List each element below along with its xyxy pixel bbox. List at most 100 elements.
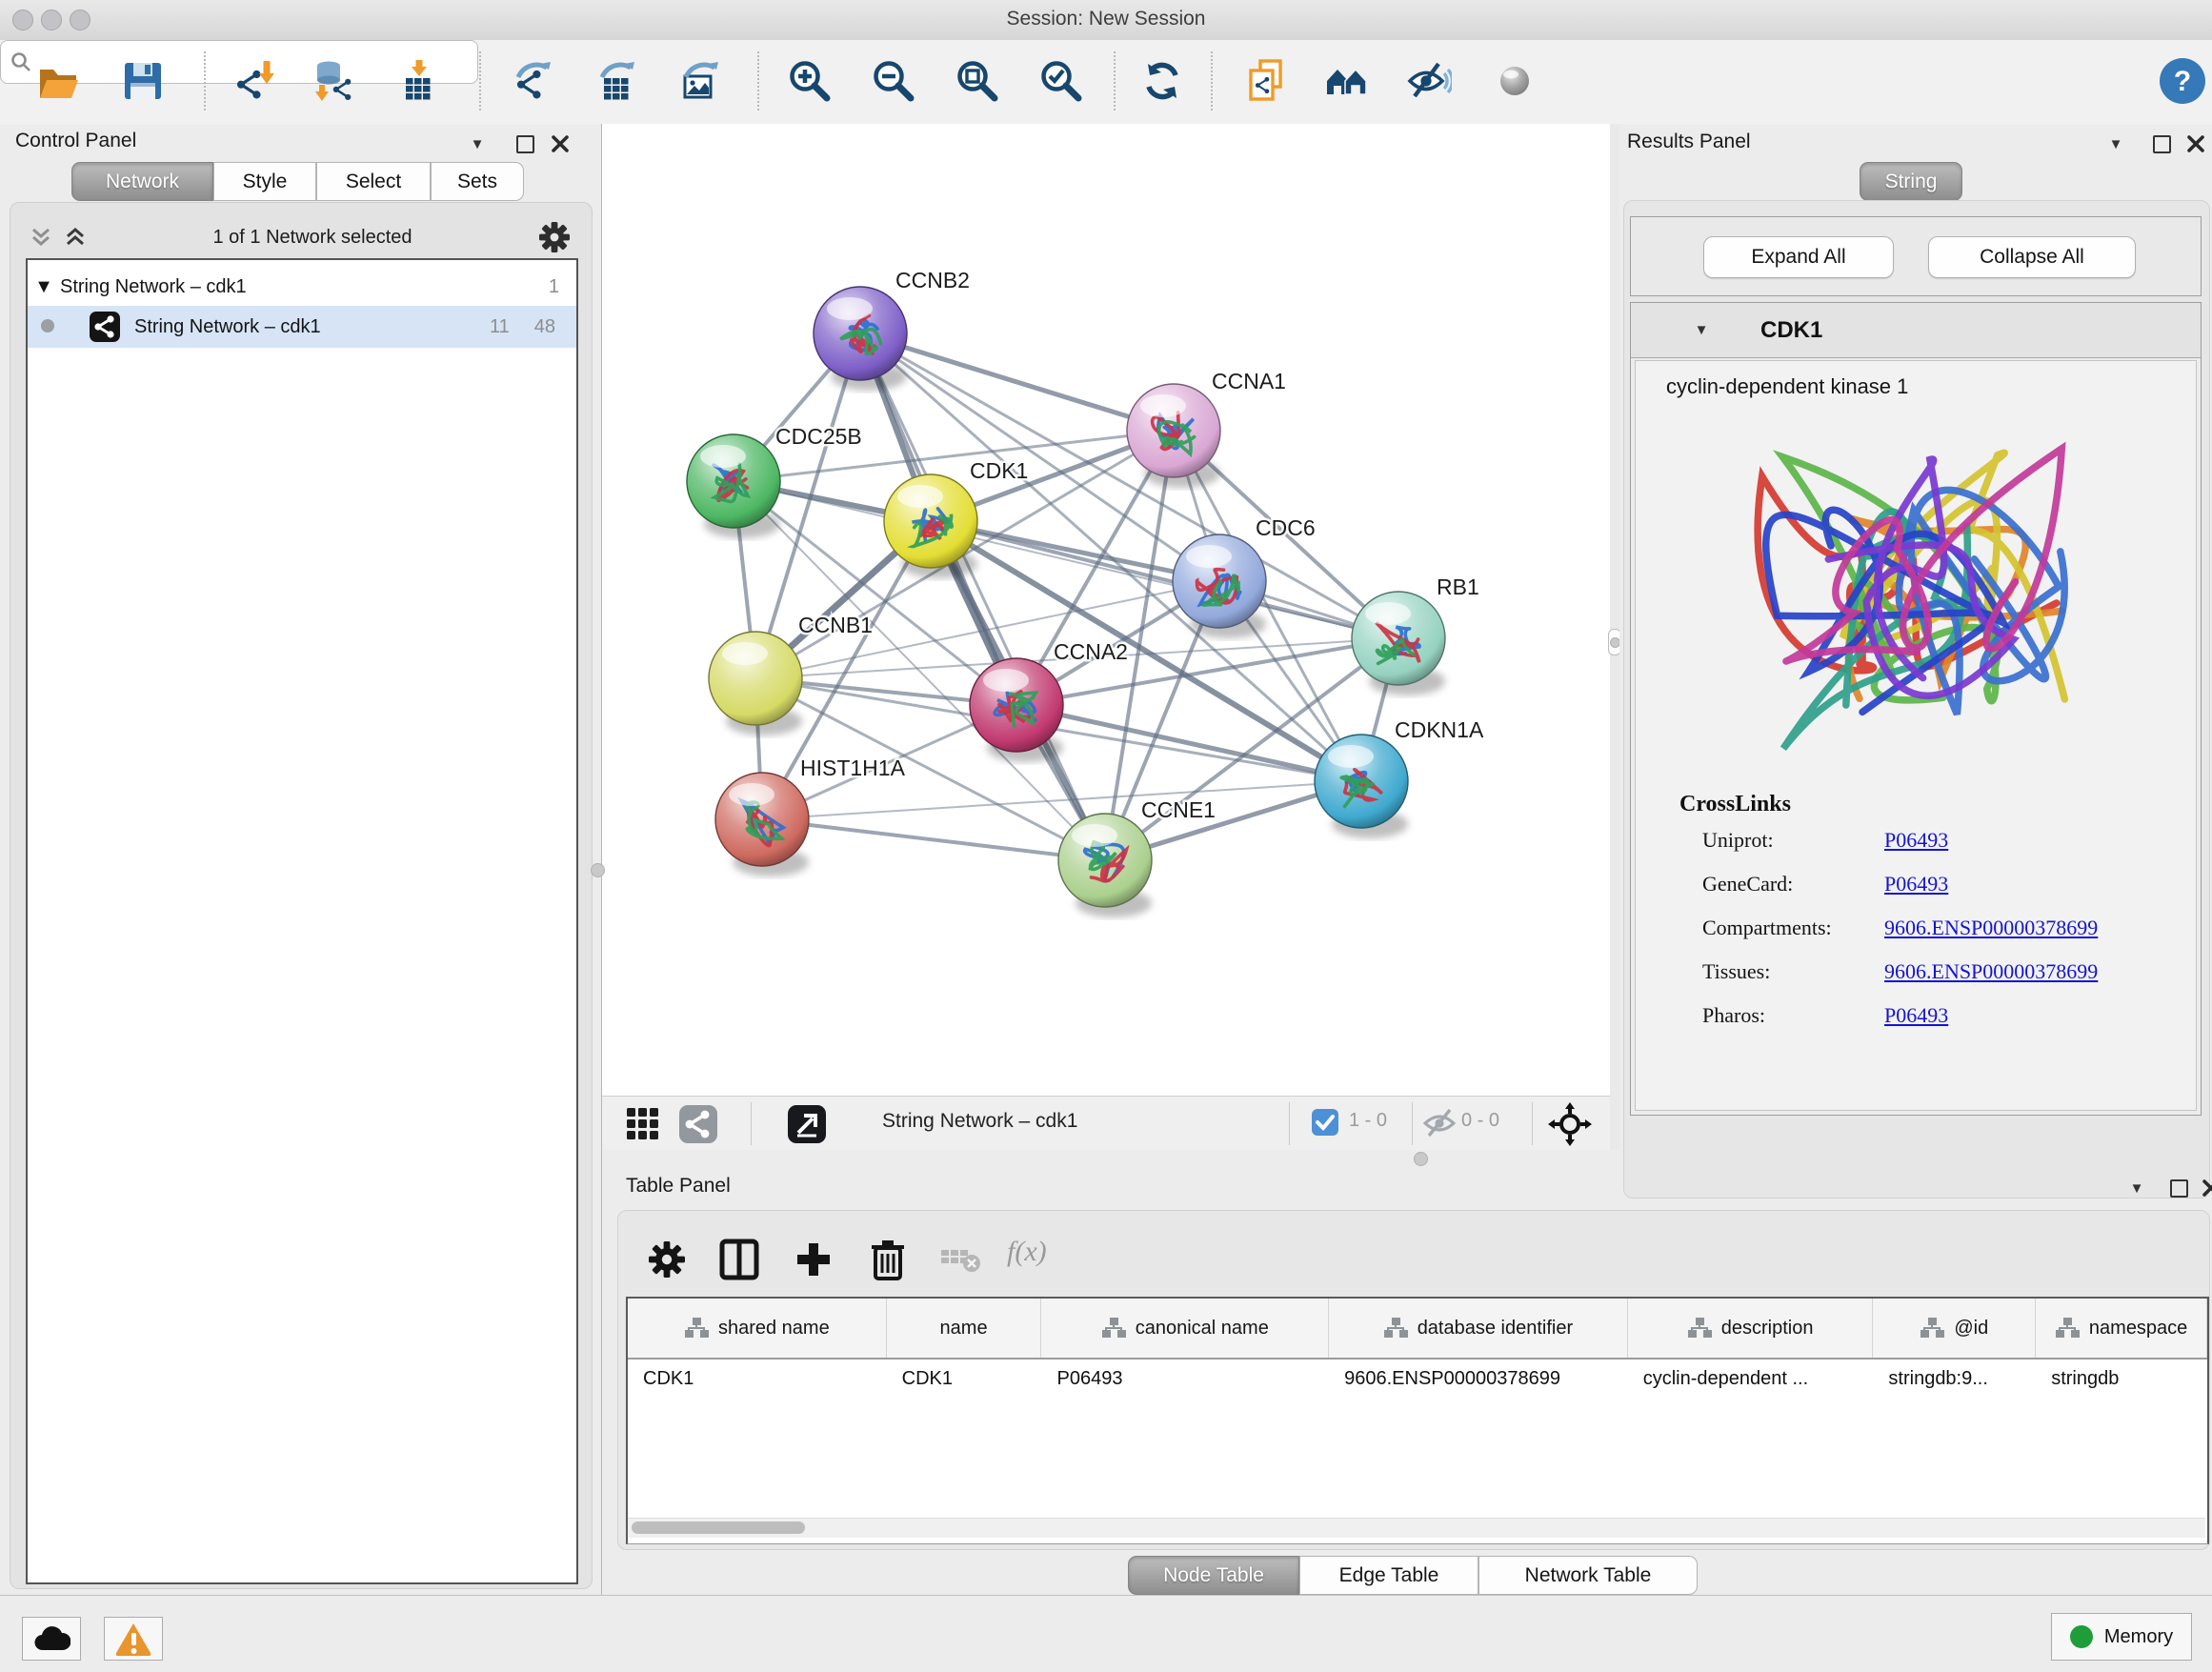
node-RB1[interactable]: RB1: [1352, 574, 1479, 695]
canvas-results-splitter[interactable]: [1610, 124, 1619, 1150]
control-canvas-splitter-handle[interactable]: [591, 863, 605, 877]
zoom-fit-icon[interactable]: [950, 53, 1005, 109]
expand-all-button[interactable]: Expand All: [1703, 236, 1894, 278]
network-name-label: String Network – cdk1: [134, 316, 321, 338]
column-header-description[interactable]: description: [1628, 1299, 1874, 1358]
column-header-sharedname[interactable]: shared name: [628, 1299, 887, 1358]
import-table-icon[interactable]: [392, 53, 447, 109]
table-horizontal-scrollbar[interactable]: [628, 1518, 2205, 1538]
collapse-all-button[interactable]: Collapse All: [1928, 236, 2136, 278]
network-tree-row[interactable]: ▼ String Network – cdk1 1: [28, 268, 576, 306]
network-list-header: 1 of 1 Network selected: [24, 216, 576, 258]
import-network-icon[interactable]: [228, 53, 283, 109]
fit-content-crosshair-icon[interactable]: [1545, 1100, 1595, 1148]
show-columns-icon[interactable]: [712, 1232, 767, 1287]
network-tree-row[interactable]: String Network – cdk1 11 48: [28, 306, 576, 348]
import-database-icon[interactable]: [308, 53, 363, 109]
results-panel-title: Results Panel: [1627, 131, 1751, 153]
tab-network-table[interactable]: Network Table: [1478, 1556, 1698, 1595]
collapse-all-icon[interactable]: [24, 225, 58, 250]
expand-all-icon[interactable]: [58, 225, 92, 250]
results-panel-float-icon[interactable]: [2149, 131, 2174, 156]
node-CCNA1[interactable]: CCNA1: [1127, 369, 1286, 488]
edge-CDK1-RB1[interactable]: [931, 521, 1398, 638]
zoom-out-icon[interactable]: [866, 53, 921, 109]
crosslink-link[interactable]: 9606.ENSP00000378699: [1884, 959, 2098, 984]
save-icon[interactable]: [115, 53, 171, 109]
grid-view-icon[interactable]: [619, 1102, 667, 1145]
edge-count: 48: [534, 316, 555, 338]
node-CDKN1A[interactable]: CDKN1A: [1315, 717, 1484, 838]
open-in-new-window-icon[interactable]: [783, 1102, 831, 1145]
gene-collapse-caret[interactable]: ▼: [1695, 322, 1709, 338]
cloud-button[interactable]: [22, 1617, 81, 1661]
network-options-gear-icon[interactable]: [533, 221, 576, 253]
edge-CCNA2-CDKN1A[interactable]: [1016, 705, 1361, 781]
crosslink-link[interactable]: P06493: [1884, 828, 1948, 853]
tab-sets[interactable]: Sets: [431, 162, 524, 201]
table-panel-title: Table Panel: [626, 1175, 731, 1198]
export-table-icon[interactable]: [590, 53, 645, 109]
column-header-name[interactable]: name: [887, 1299, 1042, 1358]
table-row[interactable]: CDK1CDK1P064939606.ENSP00000378699cyclin…: [628, 1360, 2207, 1398]
export-image-icon[interactable]: [674, 53, 729, 109]
column-header-databaseidentifier[interactable]: database identifier: [1329, 1299, 1628, 1358]
crosslink-label: Uniprot:: [1702, 828, 1774, 853]
refresh-icon[interactable]: [1135, 53, 1190, 109]
memory-button[interactable]: Memory: [2051, 1613, 2192, 1661]
tab-style[interactable]: Style: [213, 162, 316, 201]
tree-collapse-caret[interactable]: ▼: [28, 276, 60, 298]
node-CDK1[interactable]: CDK1: [884, 458, 1028, 578]
gene-section-header[interactable]: ▼ CDK1: [1631, 303, 2201, 358]
control-panel-close-icon[interactable]: [548, 131, 573, 156]
tab-network[interactable]: Network: [71, 162, 213, 201]
scrollbar-thumb[interactable]: [632, 1521, 805, 1534]
tab-string[interactable]: String: [1860, 162, 1962, 201]
open-file-icon[interactable]: [31, 53, 87, 109]
zoom-in-icon[interactable]: [782, 53, 837, 109]
hide-selected-icon[interactable]: [1401, 53, 1457, 109]
help-icon[interactable]: ?: [2155, 53, 2210, 109]
show-all-icon[interactable]: [1487, 53, 1542, 109]
add-column-plus-icon[interactable]: [786, 1232, 841, 1287]
column-header-canonicalname[interactable]: canonical name: [1041, 1299, 1329, 1358]
node-CDC6[interactable]: CDC6: [1173, 515, 1316, 638]
control-panel-float-icon[interactable]: [513, 131, 537, 156]
network-view-canvas[interactable]: CCNB2 CCNA1 CDC25B CDK1 CDC6 RB1 CCNB1: [602, 124, 1610, 1096]
gene-symbol: CDK1: [1760, 317, 1822, 344]
main-toolbar: ?: [0, 40, 2212, 125]
results-panel-menu-caret[interactable]: ▼: [2103, 131, 2128, 156]
first-neighbors-icon[interactable]: [1319, 53, 1375, 109]
crosslink-link[interactable]: P06493: [1884, 872, 1948, 896]
table-settings-gear-icon[interactable]: [639, 1232, 694, 1287]
crosslink-link[interactable]: P06493: [1884, 1003, 1948, 1028]
tab-select[interactable]: Select: [316, 162, 431, 201]
delete-column-trash-icon[interactable]: [860, 1232, 915, 1287]
node-CCNB2[interactable]: CCNB2: [814, 268, 970, 391]
control-panel-menu-caret[interactable]: ▼: [465, 131, 490, 156]
tab-node-table[interactable]: Node Table: [1128, 1556, 1299, 1595]
table-panel-close-icon[interactable]: [2199, 1176, 2212, 1200]
status-bar: Memory: [0, 1595, 2212, 1672]
zoom-selected-icon[interactable]: [1034, 53, 1089, 109]
network-share-badge-icon[interactable]: [674, 1102, 722, 1145]
table-panel-float-icon[interactable]: [2166, 1176, 2191, 1200]
results-panel-close-icon[interactable]: [2183, 131, 2208, 156]
string-network-badge-icon: [89, 311, 121, 343]
selected-checkbox-icon[interactable]: [1309, 1106, 1341, 1138]
warning-button[interactable]: [104, 1617, 163, 1661]
network-list: ▼ String Network – cdk1 1 String Network…: [26, 258, 578, 1584]
node-CCNB1[interactable]: CCNB1: [709, 613, 873, 735]
column-header-namespace[interactable]: namespace: [2036, 1299, 2207, 1358]
tab-edge-table[interactable]: Edge Table: [1299, 1556, 1478, 1595]
column-header-id[interactable]: @id: [1873, 1299, 2036, 1358]
edge-CCNB2-CCNA1[interactable]: [860, 333, 1174, 431]
column-hierarchy-icon: [1920, 1317, 1944, 1340]
crosslink-link[interactable]: 9606.ENSP00000378699: [1884, 916, 2098, 940]
edge-HIST1H1A-CCNE1[interactable]: [762, 819, 1105, 860]
table-panel-menu-caret[interactable]: ▼: [2124, 1176, 2149, 1200]
node-CDC25B[interactable]: CDC25B: [687, 424, 862, 538]
edge-CCNB2-CCNE1[interactable]: [860, 333, 1105, 860]
export-network-icon[interactable]: [506, 53, 561, 109]
copy-network-icon[interactable]: [1239, 53, 1295, 109]
